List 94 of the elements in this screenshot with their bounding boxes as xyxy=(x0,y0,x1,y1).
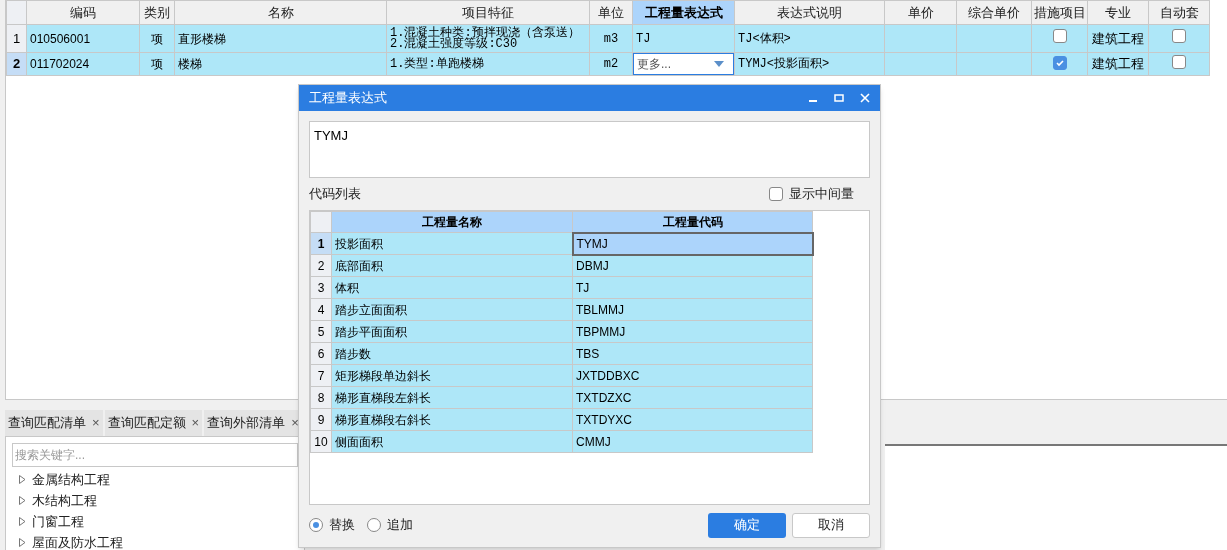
column-header[interactable]: 专业 xyxy=(1087,0,1149,25)
table-cell: 010506001 xyxy=(26,24,140,53)
column-header[interactable]: 措施项目 xyxy=(1031,0,1088,25)
close-icon[interactable] xyxy=(860,93,870,103)
search-field[interactable]: 搜索关键字... xyxy=(12,443,298,467)
row-number[interactable]: 3 xyxy=(310,276,332,299)
table-cell: TXTDYXC xyxy=(572,408,813,431)
table-cell: 楼梯 xyxy=(174,52,387,76)
radio-label: 替换 xyxy=(329,516,355,535)
table-cell: 体积 xyxy=(331,276,573,299)
table-cell: 侧面面积 xyxy=(331,430,573,453)
radio-button[interactable] xyxy=(367,518,381,532)
row-number[interactable]: 9 xyxy=(310,408,332,431)
maximize-icon[interactable] xyxy=(834,93,844,103)
table-cell: 项 xyxy=(139,24,175,53)
column-header[interactable]: 类别 xyxy=(139,0,175,25)
checkbox[interactable] xyxy=(1172,54,1186,69)
checkbox[interactable] xyxy=(1052,29,1067,43)
column-header[interactable]: 工程量代码 xyxy=(572,211,813,233)
table-cell: TJ xyxy=(572,276,813,299)
row-number[interactable]: 8 xyxy=(310,386,332,409)
row-number[interactable]: 2 xyxy=(6,52,27,76)
column-header[interactable]: 工程量表达式 xyxy=(632,0,735,25)
table-cell: 直形楼梯 xyxy=(174,24,387,53)
panel-tab[interactable]: 查询匹配定额 × xyxy=(104,410,203,436)
table-cell: 底部面积 xyxy=(331,254,573,277)
column-header[interactable]: 表达式说明 xyxy=(734,0,885,25)
row-number[interactable]: 7 xyxy=(310,364,332,387)
expression-field[interactable]: TYMJ xyxy=(309,121,870,178)
table-cell: TBS xyxy=(572,342,813,365)
table-cell: m3 xyxy=(589,24,633,53)
table-cell: 1.混凝土种类:预拌现浇（含泵送） 2.混凝土强度等级:C30 xyxy=(386,24,590,53)
window-title: 工程量表达式 xyxy=(309,89,387,108)
row-number[interactable]: 1 xyxy=(6,24,27,53)
caret-icon xyxy=(714,61,724,67)
close-icon[interactable]: × xyxy=(191,413,200,433)
table-cell: TYMJ<投影面积> xyxy=(734,52,885,76)
row-number[interactable]: 10 xyxy=(310,430,332,453)
table-cell: 建筑工程 xyxy=(1087,52,1149,76)
checkbox[interactable] xyxy=(1052,56,1067,70)
section-label: 代码列表 xyxy=(309,185,361,204)
row-number[interactable]: 4 xyxy=(310,298,332,321)
table-cell: m2 xyxy=(589,52,633,76)
row-number[interactable]: 5 xyxy=(310,320,332,343)
collapsed-arrow-icon[interactable] xyxy=(18,475,26,484)
table-cell: 踏步平面面积 xyxy=(331,320,573,343)
table-cell: 梯形直梯段右斜长 xyxy=(331,408,573,431)
close-icon[interactable]: × xyxy=(291,413,299,433)
table-cell: 项 xyxy=(139,52,175,76)
table-cell: 011702024 xyxy=(26,52,140,76)
checkbox[interactable] xyxy=(769,187,783,201)
checkbox[interactable] xyxy=(1172,29,1186,43)
radio-label: 追加 xyxy=(387,516,413,535)
radio-button[interactable] xyxy=(309,518,323,532)
column-header[interactable]: 单价 xyxy=(884,0,957,25)
tree-item[interactable]: 木结构工程 xyxy=(32,490,97,511)
table-cell: TYMJ xyxy=(572,232,813,255)
column-header[interactable]: 综合单价 xyxy=(956,0,1032,25)
confirm-button[interactable]: 确定 xyxy=(708,512,786,538)
checkbox-label: 显示中间量 xyxy=(789,185,854,204)
column-header[interactable]: 自动套 xyxy=(1148,0,1210,25)
table-cell: DBMJ xyxy=(572,254,813,277)
table-cell: 踏步数 xyxy=(331,342,573,365)
table-cell: 建筑工程 xyxy=(1087,24,1149,53)
panel-tab[interactable]: 查询匹配清单 × xyxy=(5,410,103,436)
check-icon xyxy=(1054,58,1065,68)
row-number[interactable]: 1 xyxy=(310,232,332,255)
collapsed-arrow-icon[interactable] xyxy=(18,496,26,505)
table-cell: 梯形直梯段左斜长 xyxy=(331,386,573,409)
collapsed-arrow-icon[interactable] xyxy=(18,538,26,547)
table-cell: TBLMMJ xyxy=(572,298,813,321)
tree-item[interactable]: 金属结构工程 xyxy=(32,469,110,490)
collapsed-arrow-icon[interactable] xyxy=(18,517,26,526)
table-cell: CMMJ xyxy=(572,430,813,453)
table-cell: TJ<体积> xyxy=(734,24,885,53)
table-cell: TJ xyxy=(632,24,735,53)
column-header[interactable]: 项目特征 xyxy=(386,0,590,25)
cancel-button[interactable]: 取消 xyxy=(792,512,870,538)
row-number[interactable]: 6 xyxy=(310,342,332,365)
tree-item[interactable]: 屋面及防水工程 xyxy=(32,532,123,550)
column-header[interactable]: 编码 xyxy=(26,0,140,25)
table-cell: 矩形梯段单边斜长 xyxy=(331,364,573,387)
table-cell: JXTDDBXC xyxy=(572,364,813,387)
expression-dropdown[interactable]: 更多... xyxy=(633,53,734,75)
table-cell: 踏步立面面积 xyxy=(331,298,573,321)
tree-item[interactable]: 门窗工程 xyxy=(32,511,84,532)
row-number[interactable]: 2 xyxy=(310,254,332,277)
column-header[interactable]: 工程量名称 xyxy=(331,211,573,233)
close-icon[interactable]: × xyxy=(92,413,100,433)
column-header[interactable]: 单位 xyxy=(589,0,633,25)
table-cell: TXTDZXC xyxy=(572,386,813,409)
table-cell: TBPMMJ xyxy=(572,320,813,343)
table-cell: 1.类型:单跑楼梯 xyxy=(386,52,590,76)
column-header[interactable]: 名称 xyxy=(174,0,387,25)
